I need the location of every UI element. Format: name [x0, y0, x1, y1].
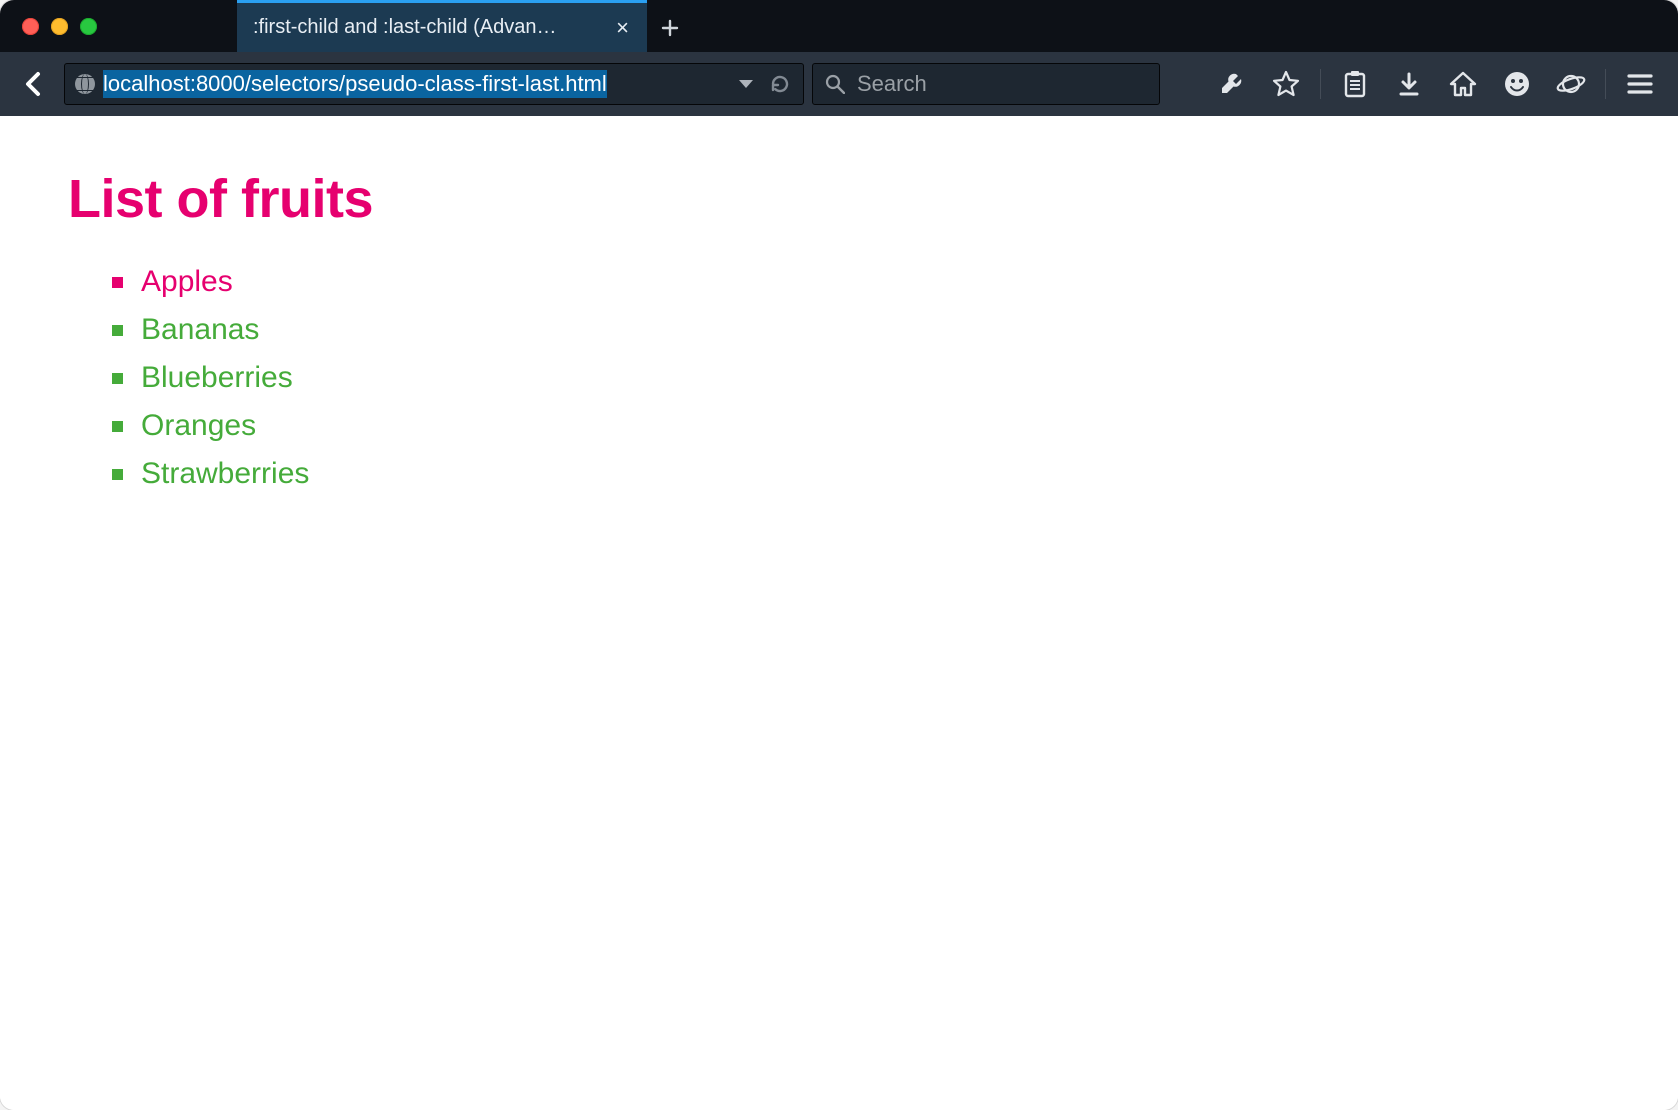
toolbar-icons [1206, 60, 1666, 108]
list-item: Strawberries [112, 450, 1610, 498]
close-window-button[interactable] [22, 18, 39, 35]
list-item-label: Oranges [141, 402, 256, 450]
new-tab-button[interactable] [647, 0, 693, 52]
tab-bar: :first-child and :last-child (Advan… × [0, 0, 1678, 52]
browser-window: :first-child and :last-child (Advan… × l… [0, 0, 1678, 1110]
menu-icon[interactable] [1614, 60, 1666, 108]
list-item: Bananas [112, 306, 1610, 354]
smiley-icon[interactable] [1491, 60, 1543, 108]
bookmark-star-icon[interactable] [1260, 60, 1312, 108]
close-tab-icon[interactable]: × [614, 17, 631, 39]
window-controls [0, 18, 119, 35]
fruit-list: Apples Bananas Blueberries Oranges Straw… [68, 258, 1610, 498]
wrench-icon[interactable] [1206, 60, 1258, 108]
separator [1605, 69, 1606, 99]
list-item-label: Blueberries [141, 354, 293, 402]
list-item-label: Strawberries [141, 450, 309, 498]
tab-title: :first-child and :last-child (Advan… [253, 16, 614, 39]
zoom-window-button[interactable] [80, 18, 97, 35]
browser-tab[interactable]: :first-child and :last-child (Advan… × [237, 0, 647, 52]
search-icon [825, 74, 845, 94]
clipboard-icon[interactable] [1329, 60, 1381, 108]
page-heading: List of fruits [68, 168, 1610, 230]
globe-icon [75, 74, 95, 94]
download-icon[interactable] [1383, 60, 1435, 108]
separator [1320, 69, 1321, 99]
page-content: List of fruits Apples Bananas Blueberrie… [0, 116, 1678, 1110]
url-bar[interactable]: localhost:8000/selectors/pseudo-class-fi… [64, 63, 804, 105]
list-item-label: Bananas [141, 306, 259, 354]
minimize-window-button[interactable] [51, 18, 68, 35]
url-text: localhost:8000/selectors/pseudo-class-fi… [103, 70, 607, 98]
navigation-toolbar: localhost:8000/selectors/pseudo-class-fi… [0, 52, 1678, 116]
reload-icon[interactable] [767, 74, 793, 94]
list-item: Apples [112, 258, 1610, 306]
saturn-icon[interactable] [1545, 60, 1597, 108]
list-item: Blueberries [112, 354, 1610, 402]
list-item: Oranges [112, 402, 1610, 450]
search-bar[interactable] [812, 63, 1160, 105]
dropdown-icon[interactable] [733, 78, 759, 90]
back-button[interactable] [12, 62, 56, 106]
home-icon[interactable] [1437, 60, 1489, 108]
search-input[interactable] [855, 70, 1147, 98]
list-item-label: Apples [141, 258, 233, 306]
